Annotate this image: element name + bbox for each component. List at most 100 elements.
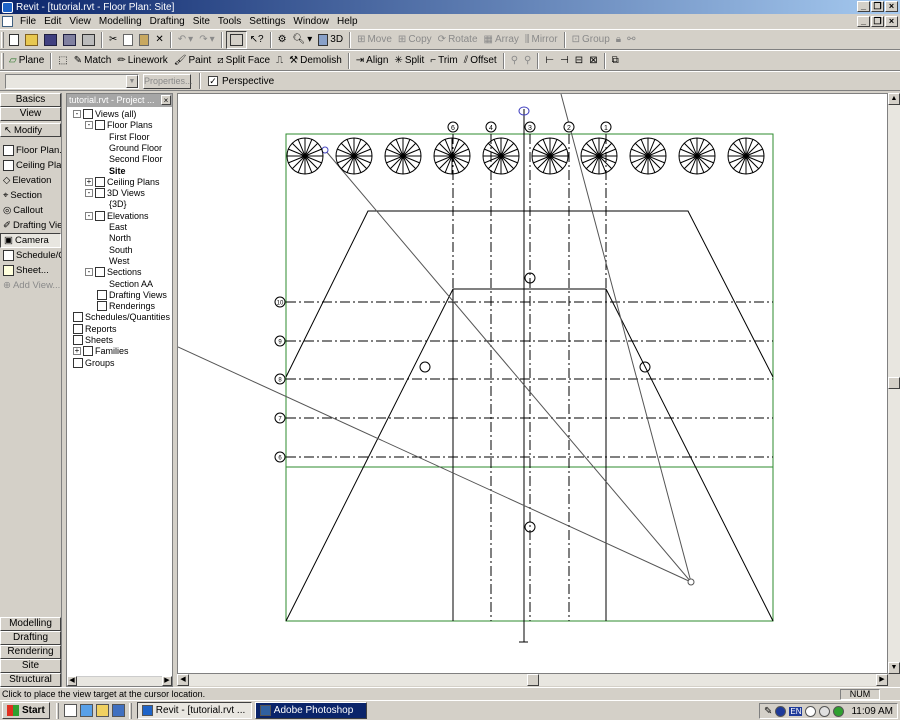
menu-settings[interactable]: Settings	[245, 16, 289, 27]
scroll-thumb[interactable]	[888, 377, 900, 389]
close-button[interactable]: ×	[885, 1, 898, 12]
menu-drafting[interactable]: Drafting	[146, 16, 189, 27]
tree-node[interactable]: + Ceiling Plans	[85, 176, 160, 187]
demolish-button[interactable]: ⚒ Demolish	[286, 52, 345, 70]
array-button[interactable]: ▦ Array	[481, 31, 522, 49]
cut-geometry-button[interactable]: ⎍	[273, 52, 286, 70]
properties-button[interactable]: Properties...	[143, 73, 193, 89]
tree-node[interactable]: First Floor	[109, 132, 150, 142]
save-button[interactable]	[41, 31, 60, 49]
menu-file[interactable]: File	[16, 16, 40, 27]
menu-tools[interactable]: Tools	[214, 16, 245, 27]
zoom-button[interactable]: 🔍︎ ▾	[290, 31, 316, 49]
expand-icon[interactable]: +	[73, 347, 81, 356]
sidebar-item-elevation[interactable]: ◇ Elevation	[0, 173, 61, 188]
collapse-icon[interactable]: -	[73, 110, 81, 118]
dimension-button[interactable]: ⊢	[542, 52, 557, 70]
doc-close-button[interactable]: ×	[885, 16, 898, 27]
task-revit[interactable]: Revit - [tutorial.rvt ...	[136, 702, 252, 719]
tree-node[interactable]: - Sections	[85, 267, 142, 278]
tree-node[interactable]: Site	[109, 166, 126, 176]
linework-button[interactable]: ✏ Linework	[114, 52, 170, 70]
menu-edit[interactable]: Edit	[40, 16, 65, 27]
tree-node[interactable]: Renderings	[85, 301, 155, 312]
sidebar-item-floor-plan[interactable]: Floor Plan...	[0, 143, 61, 158]
sidebar-item-camera[interactable]: ▣ Camera	[0, 233, 61, 248]
tree-node[interactable]: - 3D Views	[85, 188, 145, 199]
expand-icon[interactable]: +	[85, 177, 93, 186]
tree-node[interactable]: Section AA	[109, 279, 153, 289]
start-button[interactable]: Start	[2, 702, 50, 719]
collapse-icon[interactable]: -	[85, 268, 93, 277]
restore-button[interactable]: ❐	[871, 1, 884, 12]
tree-node[interactable]: Sheets	[73, 335, 113, 345]
project-browser-header[interactable]: tutorial.rvt - Project ... ×	[67, 94, 172, 107]
pin-button[interactable]: ⚲	[508, 52, 521, 70]
tree-node[interactable]: Groups	[73, 357, 115, 368]
mirror-button[interactable]: ⫼ Mirror	[522, 31, 561, 49]
text-button[interactable]: ⊠	[586, 52, 600, 70]
plane-button[interactable]: ▱ Plane	[6, 52, 47, 70]
sidebar-item-ceiling-plan[interactable]: Ceiling Plan...	[0, 158, 61, 173]
scroll-right-icon[interactable]: ▶	[162, 676, 172, 686]
toolbar-grip[interactable]	[1, 31, 4, 48]
split-button[interactable]: ✳ Split	[391, 52, 427, 70]
volume-icon[interactable]	[805, 705, 817, 717]
sidebar-item-sheet[interactable]: Sheet...	[0, 263, 61, 278]
link-button[interactable]: ⚯	[624, 31, 638, 49]
sidebar-item-add-view[interactable]: ⊕ Add View...	[0, 278, 61, 293]
offset-button[interactable]: ⫽ Offset	[461, 52, 500, 70]
open-button[interactable]	[22, 31, 41, 49]
horizontal-scrollbar[interactable]: ◀ ▶	[177, 674, 888, 686]
copy-element-button[interactable]: ⊞ Copy	[395, 31, 435, 49]
scroll-thumb[interactable]	[527, 674, 539, 686]
perspective-checkbox[interactable]: ✓	[208, 76, 218, 86]
language-indicator[interactable]: EN	[789, 706, 803, 716]
tab-view[interactable]: View	[0, 107, 61, 121]
spot-dimension-button[interactable]: ⊣	[557, 52, 572, 70]
show-desktop-icon[interactable]	[63, 704, 77, 717]
paint-button[interactable]: 🖌︎ Paint	[171, 52, 215, 70]
tree-node[interactable]: Second Floor	[109, 154, 163, 164]
save-all-button[interactable]	[60, 31, 79, 49]
menu-modelling[interactable]: Modelling	[95, 16, 146, 27]
sidebar-item-modify[interactable]: ↖ Modify	[0, 123, 61, 137]
outlook-icon[interactable]	[95, 704, 109, 717]
menu-view[interactable]: View	[65, 16, 95, 27]
media-player-icon[interactable]	[111, 704, 125, 717]
scroll-down-icon[interactable]: ▼	[888, 662, 900, 674]
dynamic-view-button[interactable]: ⚙	[275, 31, 290, 49]
new-button[interactable]	[6, 31, 22, 49]
menu-help[interactable]: Help	[333, 16, 362, 27]
sidebar-item-section[interactable]: ⌖ Section	[0, 188, 61, 203]
tree-node[interactable]: + Families	[73, 346, 129, 357]
site-plan-drawing[interactable]: 6 4 3 2 1109876	[177, 93, 889, 675]
help-pointer-button[interactable]: ↖?	[247, 31, 267, 49]
tree-node[interactable]: {3D}	[109, 199, 127, 209]
internet-explorer-icon[interactable]	[79, 704, 93, 717]
lock-button[interactable]: 🔒︎	[613, 31, 624, 49]
close-icon[interactable]: ×	[161, 95, 171, 105]
chevron-down-icon[interactable]: ▼	[126, 74, 138, 88]
tab-drafting[interactable]: Drafting	[0, 631, 61, 645]
tree-node[interactable]: - Elevations	[85, 210, 149, 221]
tree-node[interactable]: East	[109, 222, 127, 232]
antivirus-icon[interactable]	[833, 705, 845, 717]
menu-site[interactable]: Site	[189, 16, 214, 27]
tab-structural[interactable]: Structural	[0, 673, 61, 687]
unpin-button[interactable]: ⚲	[521, 52, 534, 70]
sidebar-item-schedule[interactable]: Schedule/Quantities	[0, 248, 61, 263]
pen-icon[interactable]: ✎	[764, 706, 772, 717]
sidebar-item-callout[interactable]: ◎ Callout	[0, 203, 61, 218]
collapse-icon[interactable]: -	[85, 211, 93, 220]
tab-modelling[interactable]: Modelling	[0, 617, 61, 631]
tree-node[interactable]: Schedules/Quantities	[73, 312, 170, 323]
tab-rendering[interactable]: Rendering	[0, 645, 61, 659]
doc-minimize-button[interactable]: _	[857, 16, 870, 27]
collapse-icon[interactable]: -	[85, 189, 93, 198]
3d-view-button[interactable]: 3D	[315, 31, 346, 49]
tree-node[interactable]: South	[109, 245, 133, 255]
security-icon[interactable]	[819, 705, 831, 717]
drawing-canvas[interactable]: 6 4 3 2 1 10 9 8 7 6	[177, 93, 888, 674]
tree-node[interactable]: - Views (all)	[73, 109, 136, 119]
